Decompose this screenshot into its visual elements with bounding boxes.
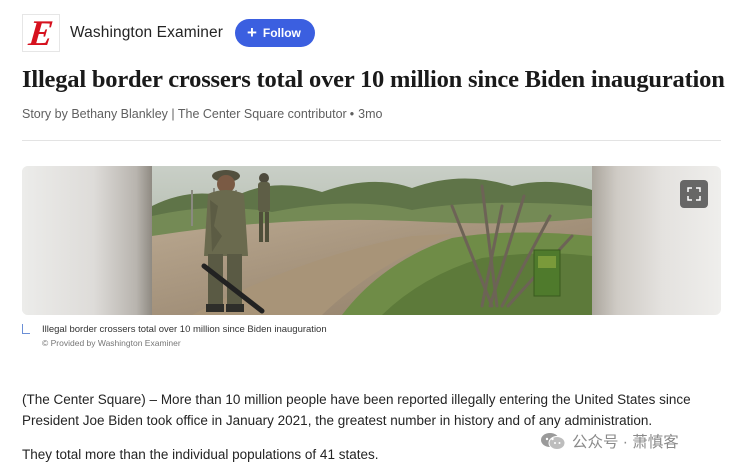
byline: Story by Bethany Blankley | The Center S…	[22, 107, 382, 121]
article-photo[interactable]	[152, 166, 592, 315]
divider	[22, 140, 721, 141]
border-patrol-photo-illustration	[152, 166, 592, 315]
plus-icon: +	[246, 23, 257, 42]
article-image-frame[interactable]	[22, 166, 721, 315]
expand-icon	[687, 187, 701, 201]
publisher-name[interactable]: Washington Examiner	[70, 24, 223, 42]
image-caption: Illegal border crossers total over 10 mi…	[42, 324, 327, 335]
publisher-header: E Washington Examiner + Follow	[22, 13, 315, 53]
byline-age: 3mo	[358, 107, 383, 121]
byline-author: Story by Bethany Blankley | The Center S…	[22, 107, 347, 121]
image-credit: © Provided by Washington Examiner	[42, 338, 181, 348]
article-headline: Illegal border crossers total over 10 mi…	[22, 66, 725, 93]
expand-image-button[interactable]	[680, 180, 708, 208]
watermark-text: 公众号 · 萧慎客	[572, 434, 679, 451]
wechat-icon	[541, 433, 566, 450]
caption-marker	[22, 324, 30, 334]
logo-letter: E	[26, 13, 56, 53]
follow-button[interactable]: + Follow	[234, 19, 315, 47]
article-paragraph: They total more than the individual popu…	[22, 447, 379, 462]
publisher-logo[interactable]: E	[22, 13, 60, 53]
article-paragraph: (The Center Square) – More than 10 milli…	[22, 392, 691, 428]
image-blur-left	[22, 166, 152, 315]
follow-label: Follow	[262, 26, 301, 40]
byline-separator: •	[349, 107, 355, 121]
wechat-watermark: 公众号 · 萧慎客	[540, 430, 679, 452]
